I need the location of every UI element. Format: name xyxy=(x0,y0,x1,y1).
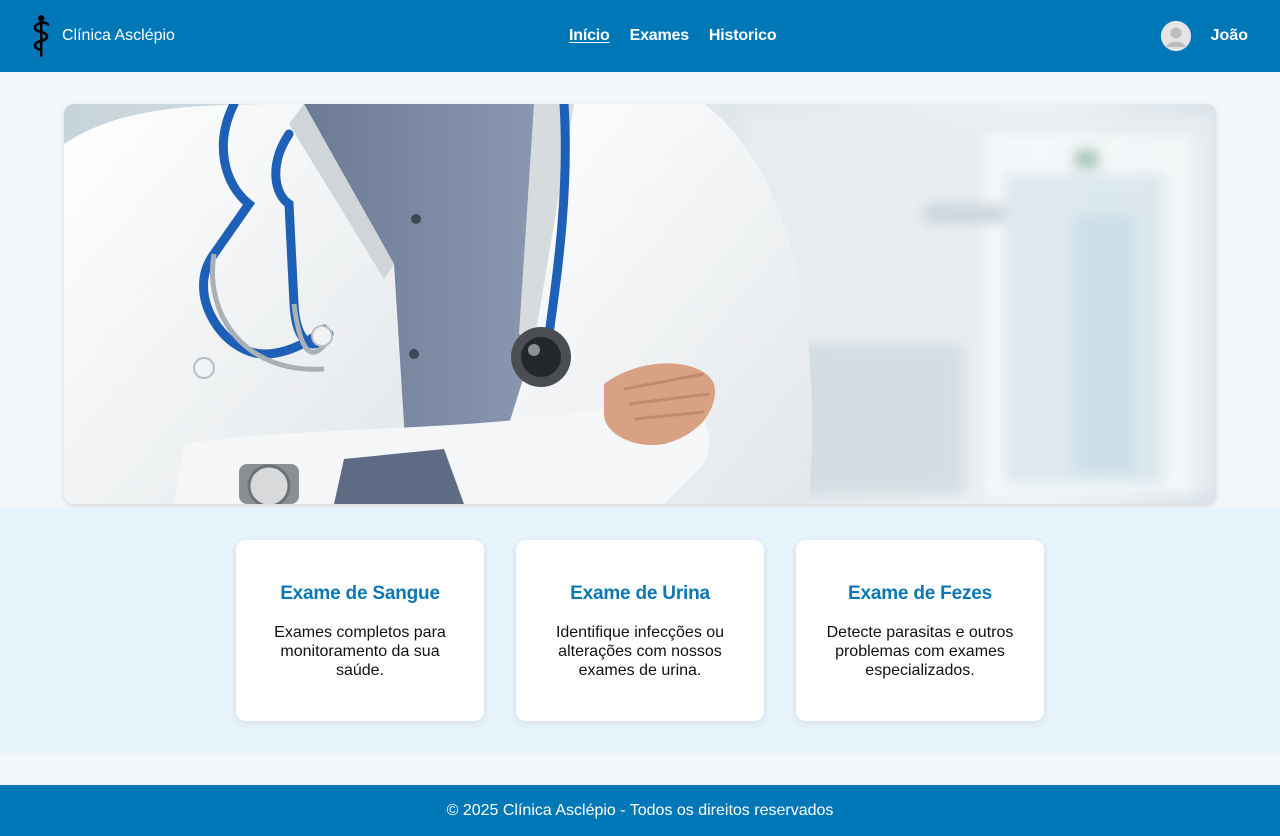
service-cards: Exame de Sangue Exames completos para mo… xyxy=(236,540,1044,721)
nav-inicio[interactable]: Início xyxy=(569,27,610,45)
service-card-title: Exame de Sangue xyxy=(280,583,440,604)
main-nav: Início Exames Historico xyxy=(569,0,777,72)
user-avatar-icon xyxy=(1160,21,1191,51)
service-card-fezes[interactable]: Exame de Fezes Detecte parasitas e outro… xyxy=(796,540,1044,721)
rod-of-asclepius-icon xyxy=(33,15,50,57)
nav-historico[interactable]: Historico xyxy=(709,27,777,45)
service-card-sangue[interactable]: Exame de Sangue Exames completos para mo… xyxy=(236,540,484,721)
footer-copyright: © 2025 Clínica Asclépio - Todos os direi… xyxy=(446,801,834,819)
brand-link[interactable]: Clínica Asclépio xyxy=(30,0,175,72)
site-footer: © 2025 Clínica Asclépio - Todos os direi… xyxy=(0,785,1280,836)
services-section: Exame de Sangue Exames completos para mo… xyxy=(0,508,1280,753)
user-menu[interactable]: João xyxy=(1160,0,1248,72)
user-name: João xyxy=(1210,27,1248,44)
service-card-title: Exame de Fezes xyxy=(847,583,992,604)
site-header: Clínica Asclépio Início Exames Historico… xyxy=(0,0,1280,72)
service-card-description: Detecte parasitas e outros problemas com… xyxy=(826,624,1014,679)
service-card-description: Exames completos para monitoramento da s… xyxy=(274,624,446,679)
brand-name: Clínica Asclépio xyxy=(62,27,175,44)
nav-exames[interactable]: Exames xyxy=(630,27,689,45)
service-card-title: Exame de Urina xyxy=(570,583,710,604)
service-card-description: Identifique infecções ou alterações com … xyxy=(555,624,725,679)
service-card-urina[interactable]: Exame de Urina Identifique infecções ou … xyxy=(516,540,764,721)
doctor-with-stethoscope-photo xyxy=(64,104,1216,504)
hero-banner xyxy=(64,104,1216,504)
